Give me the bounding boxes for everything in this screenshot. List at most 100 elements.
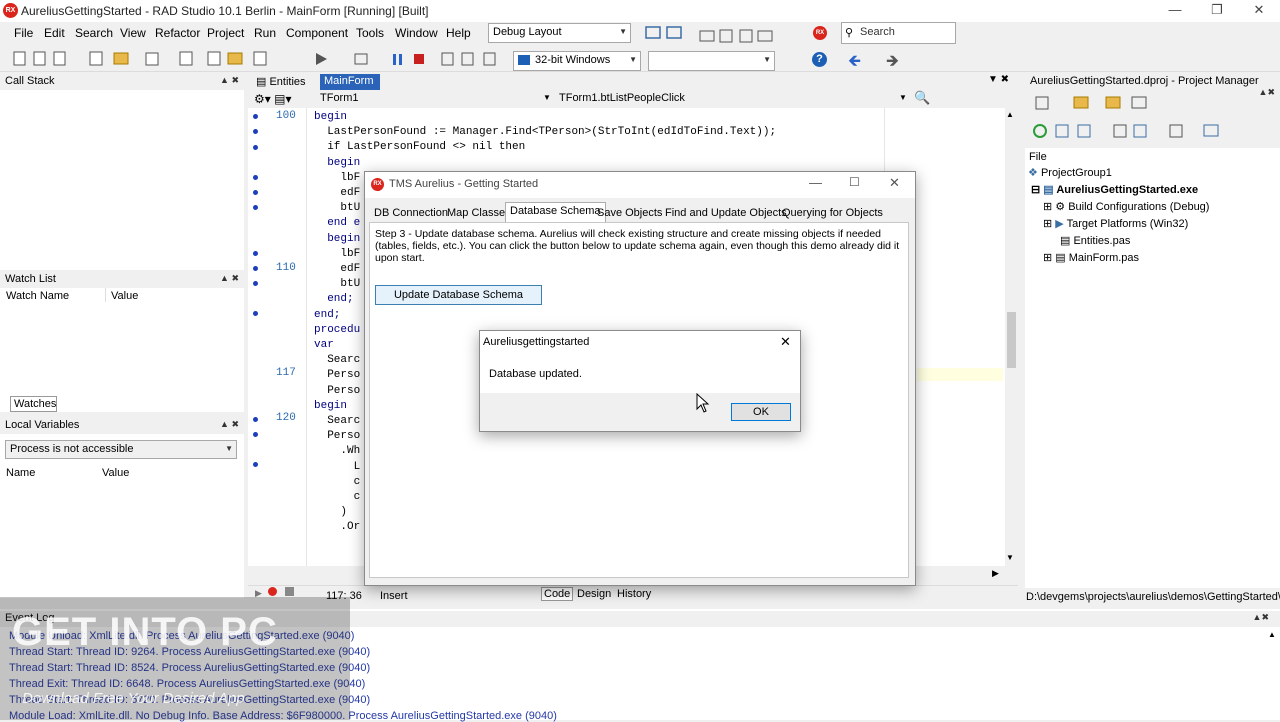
tree-build-config[interactable]: ⊞ ⚙ Build Configurations (Debug) bbox=[1043, 200, 1209, 213]
update-schema-button[interactable]: Update Database Schema bbox=[375, 285, 542, 305]
app-logo-icon: RX bbox=[371, 178, 384, 191]
run-icon[interactable] bbox=[314, 52, 328, 66]
pin-close-icon[interactable]: ▲✖ bbox=[1253, 612, 1275, 623]
tab-mainform[interactable]: MainForm bbox=[320, 74, 380, 90]
breakpoint-dot-icon[interactable] bbox=[253, 417, 258, 422]
back-arrow-icon[interactable]: 🡸 bbox=[848, 50, 861, 77]
menu-run[interactable]: Run bbox=[254, 26, 276, 40]
pin-close-icon[interactable]: ▲ ✖ bbox=[220, 75, 239, 86]
tab-database-schema[interactable]: Database Schema bbox=[505, 202, 606, 223]
ok-button[interactable]: OK bbox=[731, 403, 791, 421]
expand-icon: ⊞ bbox=[1043, 252, 1053, 264]
restore-icon[interactable]: ❐ bbox=[1197, 0, 1237, 22]
watches-tab[interactable]: Watches bbox=[10, 396, 57, 412]
tab-querying-objects[interactable]: Querying for Objects bbox=[778, 205, 887, 222]
menu-project[interactable]: Project bbox=[207, 26, 244, 40]
platform-combo[interactable]: 32-bit Windows ▼ bbox=[513, 51, 641, 71]
tree-entities-pas[interactable]: ▤ Entities.pas bbox=[1060, 234, 1130, 247]
menu-refactor[interactable]: Refactor bbox=[155, 26, 200, 40]
breakpoint-dot-icon[interactable] bbox=[253, 462, 258, 467]
tab-code[interactable]: Code bbox=[541, 587, 574, 601]
message-tools-icon[interactable] bbox=[698, 28, 778, 44]
close-icon[interactable]: ✕ bbox=[780, 334, 791, 350]
tab-db-connection[interactable]: DB Connection bbox=[370, 205, 452, 222]
breakpoint-dot-icon[interactable] bbox=[253, 205, 258, 210]
file-tools-icon[interactable] bbox=[12, 50, 312, 68]
minimize-icon[interactable]: — bbox=[809, 175, 822, 190]
pin-close-icon[interactable]: ▲✖ bbox=[1259, 87, 1275, 98]
menu-file[interactable]: File bbox=[14, 26, 33, 40]
menu-edit[interactable]: Edit bbox=[44, 26, 65, 40]
code-line: LastPersonFound := Manager.Find<TPerson>… bbox=[314, 126, 777, 139]
call-stack-header: Call Stack ▲ ✖ bbox=[0, 74, 244, 90]
minimize-icon[interactable]: — bbox=[1155, 0, 1195, 22]
project-tools-icon[interactable] bbox=[1030, 94, 1240, 138]
vertical-scrollbar-thumb[interactable] bbox=[1007, 312, 1016, 368]
stop-icon[interactable] bbox=[413, 53, 425, 65]
tree-target-platforms[interactable]: ⊞ ▶ Target Platforms (Win32) bbox=[1043, 217, 1188, 230]
method-combo[interactable]: TForm1.btListPeopleClick bbox=[559, 92, 685, 104]
forward-arrow-icon[interactable]: 🡺 bbox=[886, 50, 899, 77]
value-column[interactable]: Value bbox=[102, 467, 129, 479]
menu-component[interactable]: Component bbox=[286, 26, 348, 40]
help-icon[interactable]: ? bbox=[812, 52, 827, 67]
pause-icon[interactable] bbox=[392, 53, 404, 66]
tree-mainform-pas[interactable]: ⊞ ▤ MainForm.pas bbox=[1043, 251, 1139, 264]
breakpoint-dot-icon[interactable] bbox=[253, 266, 258, 271]
tab-history[interactable]: History bbox=[617, 588, 651, 600]
macro-stop-icon[interactable] bbox=[285, 587, 294, 596]
embarcadero-icon[interactable]: RX bbox=[813, 26, 827, 40]
rad-studio-logo-icon: RX bbox=[3, 3, 18, 18]
layout-combo[interactable]: Debug Layout ▼ bbox=[488, 23, 631, 43]
scroll-up-icon[interactable]: ▲ bbox=[1006, 110, 1014, 119]
scroll-down-icon[interactable]: ▼ bbox=[1006, 553, 1014, 562]
tab-find-update-objects[interactable]: Find and Update Objects bbox=[661, 205, 791, 222]
maximize-icon[interactable]: ☐ bbox=[849, 175, 860, 189]
close-icon[interactable]: ✕ bbox=[889, 175, 900, 191]
breakpoint-dot-icon[interactable] bbox=[253, 190, 258, 195]
scroll-up-icon[interactable]: ▲ bbox=[1268, 630, 1276, 639]
menu-help[interactable]: Help bbox=[446, 26, 471, 40]
pin-close-icon[interactable]: ▲ ✖ bbox=[220, 273, 239, 284]
search-placeholder: Search bbox=[860, 26, 895, 38]
structure-icon[interactable]: ⚙▾ ▤▾ bbox=[254, 92, 291, 106]
tab-map-classes[interactable]: Map Classes bbox=[443, 205, 515, 222]
menu-view[interactable]: View bbox=[120, 26, 146, 40]
menu-tools[interactable]: Tools bbox=[356, 26, 384, 40]
tab-design[interactable]: Design bbox=[577, 588, 611, 600]
find-icon[interactable]: 🔍 bbox=[914, 90, 930, 106]
breakpoint-dot-icon[interactable] bbox=[253, 145, 258, 150]
process-combo[interactable]: Process is not accessible ▼ bbox=[5, 440, 237, 459]
breakpoint-dot-icon[interactable] bbox=[253, 432, 258, 437]
watch-value-column[interactable]: Value bbox=[111, 290, 138, 302]
trace-tools-icon[interactable] bbox=[440, 51, 508, 67]
tree-project-group[interactable]: ❖ ProjectGroup1 bbox=[1028, 166, 1112, 179]
breakpoint-dot-icon[interactable] bbox=[253, 129, 258, 134]
name-column[interactable]: Name bbox=[6, 467, 35, 479]
close-icon[interactable]: ✕ bbox=[1239, 0, 1279, 22]
menu-window[interactable]: Window bbox=[395, 26, 438, 40]
step-over-icon[interactable] bbox=[354, 52, 370, 66]
tab-save-objects[interactable]: Save Objects bbox=[593, 205, 666, 222]
call-stack-panel bbox=[0, 74, 244, 270]
tree-exe-project[interactable]: ⊟ ▤ AureliusGettingStarted.exe bbox=[1031, 183, 1198, 196]
breakpoint-dot-icon[interactable] bbox=[253, 175, 258, 180]
macro-record-icon[interactable] bbox=[268, 587, 277, 596]
local-variables-title: Local Variables bbox=[5, 419, 80, 431]
breakpoint-dot-icon[interactable] bbox=[253, 311, 258, 316]
tab-close-icon[interactable]: ▼ ✖ bbox=[988, 74, 1009, 85]
search-input[interactable]: Search bbox=[841, 22, 956, 44]
layout-tools-icon[interactable] bbox=[645, 25, 705, 41]
tab-mainform-label: MainForm bbox=[324, 75, 374, 87]
tab-entities[interactable]: ▤ Entities bbox=[256, 75, 306, 88]
scroll-right-icon[interactable]: ▶ bbox=[992, 568, 999, 579]
watch-name-column[interactable]: Watch Name bbox=[6, 290, 69, 302]
breakpoint-dot-icon[interactable] bbox=[253, 281, 258, 286]
breakpoint-dot-icon[interactable] bbox=[253, 114, 258, 119]
menu-search[interactable]: Search bbox=[75, 26, 113, 40]
pin-close-icon[interactable]: ▲ ✖ bbox=[220, 419, 239, 430]
breakpoint-dot-icon[interactable] bbox=[253, 251, 258, 256]
insert-mode: Insert bbox=[380, 590, 408, 602]
class-combo[interactable]: TForm1 bbox=[320, 92, 359, 104]
config-combo[interactable]: ▼ bbox=[648, 51, 775, 71]
